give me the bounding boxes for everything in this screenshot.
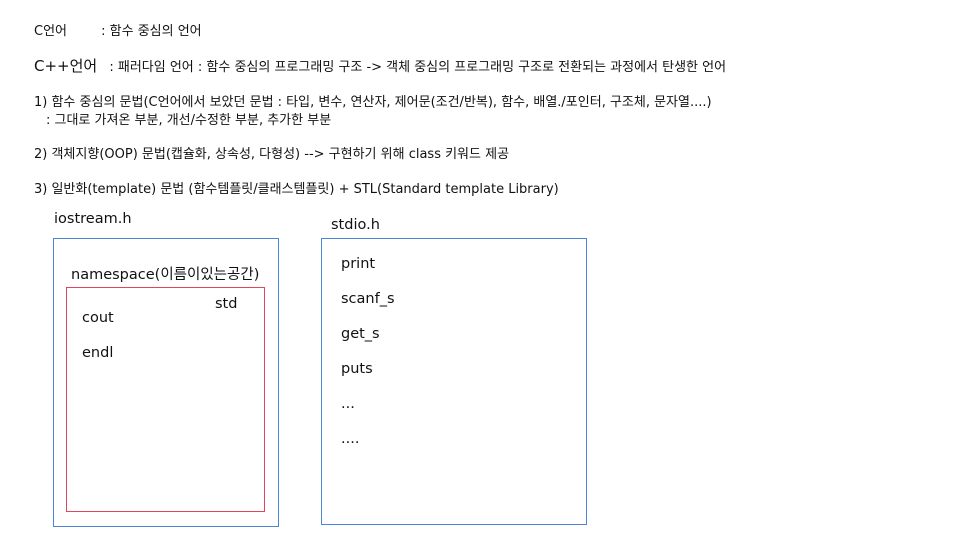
iostream-title: iostream.h <box>54 211 132 227</box>
std-label: std <box>215 296 238 312</box>
item-1-sub: : 그대로 가져온 부분, 개선/수정한 부분, 추가한 부분 <box>46 113 332 128</box>
item-2-text: 2) 객체지향(OOP) 문법(캡슐화, 상속성, 다형성) --> 구현하기 … <box>34 147 510 162</box>
puts-member: puts <box>341 361 373 377</box>
print-member: print <box>341 256 376 272</box>
cpp-language-name: C++언어 <box>34 57 98 75</box>
c-language-line: C언어 : 함수 중심의 언어 <box>34 20 202 39</box>
scanf-s-member: scanf_s <box>341 291 395 307</box>
stdio-box <box>321 238 587 525</box>
ellipsis-member-2: .... <box>341 431 360 447</box>
c-language-desc: : 함수 중심의 언어 <box>101 24 202 39</box>
item-3-text: 3) 일반화(template) 문법 (함수템플릿/클래스템플릿) + STL… <box>34 182 559 197</box>
item-3-line: 3) 일반화(template) 문법 (함수템플릿/클래스템플릿) + STL… <box>34 178 559 197</box>
stdio-title: stdio.h <box>331 217 380 233</box>
cpp-language-line: C++언어 : 패러다임 언어 : 함수 중심의 프로그래밍 구조 -> 객체 … <box>34 55 726 76</box>
c-language-name: C언어 <box>34 24 67 39</box>
item-1-line: 1) 함수 중심의 문법(C언어에서 보았던 문법 : 타입, 변수, 연산자,… <box>34 91 712 110</box>
ellipsis-member-1: ... <box>341 396 355 412</box>
item-1-prefix: 1) 함수 중심의 문법( <box>34 95 149 110</box>
cout-member: cout <box>82 310 114 326</box>
item-1-sub-line: : 그대로 가져온 부분, 개선/수정한 부분, 추가한 부분 <box>46 109 331 128</box>
endl-member: endl <box>82 345 114 361</box>
cpp-language-desc: : 패러다임 언어 : 함수 중심의 프로그래밍 구조 -> 객체 중심의 프로… <box>109 60 727 75</box>
item-2-line: 2) 객체지향(OOP) 문법(캡슐화, 상속성, 다형성) --> 구현하기 … <box>34 143 509 162</box>
get-s-member: get_s <box>341 326 380 342</box>
item-1-main: C언어에서 보았던 문법 : 타입, 변수, 연산자, 제어문(조건/반복), … <box>148 95 712 110</box>
namespace-label: namespace(이름이있는공간) <box>71 267 260 283</box>
